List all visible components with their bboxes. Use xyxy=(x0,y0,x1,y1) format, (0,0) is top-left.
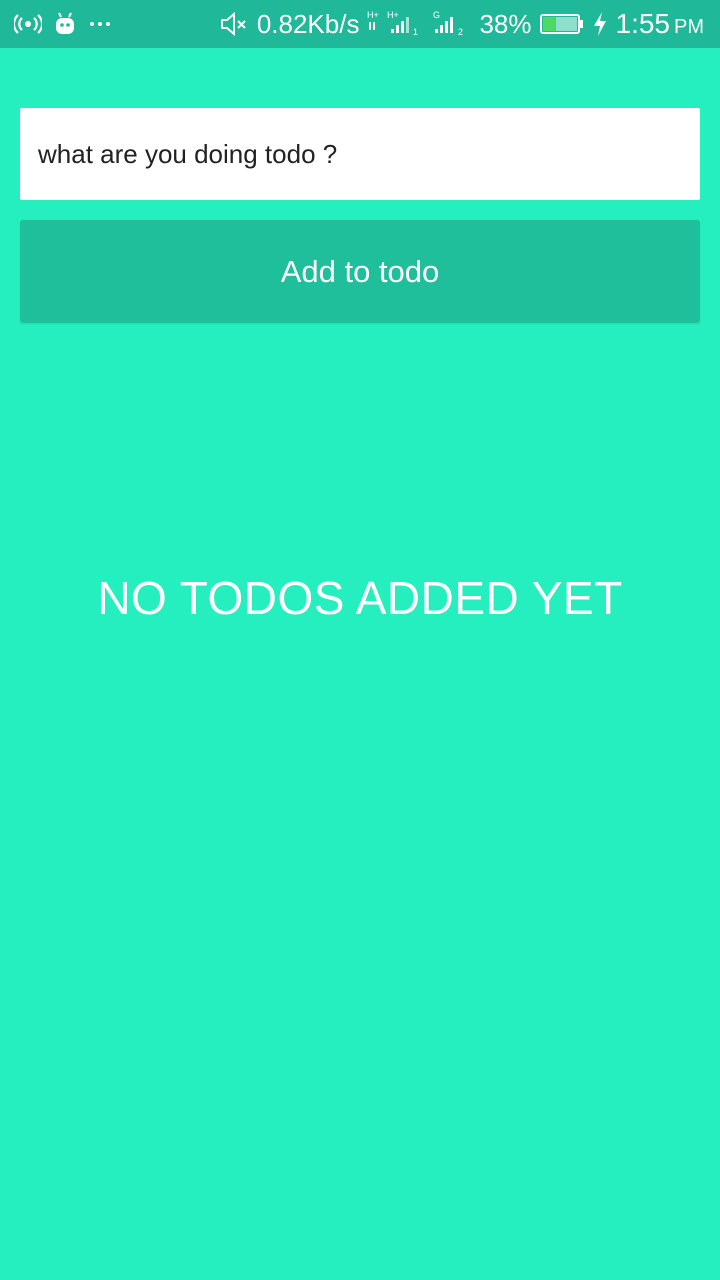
add-to-todo-button[interactable]: Add to todo xyxy=(20,220,700,323)
clock-time: 1:55 xyxy=(615,8,671,39)
todo-app-screen: 0.82Kb/s H+ H+ 1 G 2 38% 1:55 PM what ar… xyxy=(0,0,720,1280)
signal-sim1-icon: H+ H+ 1 xyxy=(367,9,423,39)
sim1-label: 1 xyxy=(413,27,418,37)
signal-sim2-icon: G 2 xyxy=(431,9,471,39)
svg-text:H+: H+ xyxy=(367,10,379,20)
svg-text:H+: H+ xyxy=(387,10,399,20)
network-speed: 0.82Kb/s xyxy=(256,9,360,39)
battery-percent: 38% xyxy=(479,9,532,39)
mute-icon xyxy=(219,11,249,37)
android-icon xyxy=(54,12,76,36)
clock: 1:55 PM xyxy=(616,8,705,40)
charging-icon xyxy=(592,11,608,37)
clock-ampm: PM xyxy=(674,16,704,38)
sim2-label: 2 xyxy=(458,27,463,37)
status-bar-right: 0.82Kb/s H+ H+ 1 G 2 38% 1:55 PM xyxy=(219,0,704,48)
more-dots-icon xyxy=(88,12,112,36)
status-bar-left xyxy=(14,0,112,48)
hotspot-icon xyxy=(14,12,42,36)
todo-input[interactable] xyxy=(20,108,700,200)
svg-text:G: G xyxy=(433,10,440,20)
status-bar: 0.82Kb/s H+ H+ 1 G 2 38% 1:55 PM xyxy=(0,0,720,48)
battery-icon xyxy=(539,13,584,35)
empty-state-message: NO TODOS ADDED YET xyxy=(97,572,623,624)
